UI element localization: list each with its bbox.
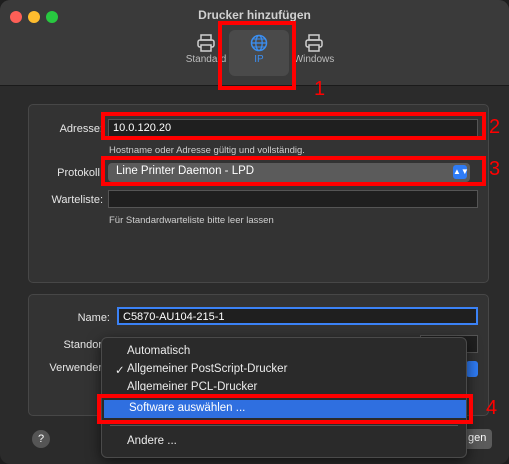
add-printer-window: Drucker hinzufügen Standard IP Windows A…: [0, 0, 509, 464]
menu-item-generic-postscript[interactable]: ✓ Allgemeiner PostScript-Drucker: [102, 361, 466, 379]
address-hint: Hostname oder Adresse gültig und vollstä…: [109, 145, 305, 156]
location-label: Standor: [63, 339, 102, 351]
annotation-box-1: [218, 21, 296, 90]
menu-item-label: Allgemeiner PostScript-Drucker: [127, 363, 288, 375]
menu-item-label: Allgemeiner PCL-Drucker: [127, 381, 258, 391]
annotation-number-3: 3: [489, 158, 501, 180]
menu-item-automatic[interactable]: Automatisch: [102, 343, 466, 361]
annotation-number-1: 1: [314, 78, 326, 100]
name-label: Name:: [77, 312, 110, 324]
protocol-label: Protokoll:: [57, 167, 103, 179]
checkmark-icon: ✓: [115, 365, 125, 377]
queue-field[interactable]: [108, 190, 478, 208]
annotation-box-3: [101, 156, 486, 186]
annotation-number-4: 4: [486, 397, 498, 419]
address-label: Adresse:: [59, 123, 103, 135]
menu-item-label: Automatisch: [127, 345, 191, 357]
menu-item-other[interactable]: Andere ...: [102, 433, 466, 451]
menu-item-generic-pcl[interactable]: Allgemeiner PCL-Drucker: [102, 379, 466, 391]
annotation-box-2: [101, 112, 486, 140]
help-button[interactable]: ?: [32, 430, 50, 448]
window-title: Drucker hinzufügen: [198, 8, 311, 22]
tab-windows-label: Windows: [293, 54, 335, 65]
printer-windows-icon: [305, 34, 323, 52]
use-label: Verwender: [49, 362, 102, 374]
use-select-arrow[interactable]: [466, 361, 478, 377]
menu-item-label: Andere ...: [127, 435, 177, 447]
annotation-number-2: 2: [489, 116, 501, 138]
queue-hint: Für Standardwarteliste bitte leer lassen: [109, 215, 274, 226]
menu-separator: [110, 425, 458, 426]
annotation-box-4: [97, 394, 473, 424]
name-field[interactable]: C5870-AU104-215-1: [117, 307, 478, 325]
queue-label: Warteliste:: [51, 194, 103, 206]
printer-icon: [197, 34, 215, 52]
